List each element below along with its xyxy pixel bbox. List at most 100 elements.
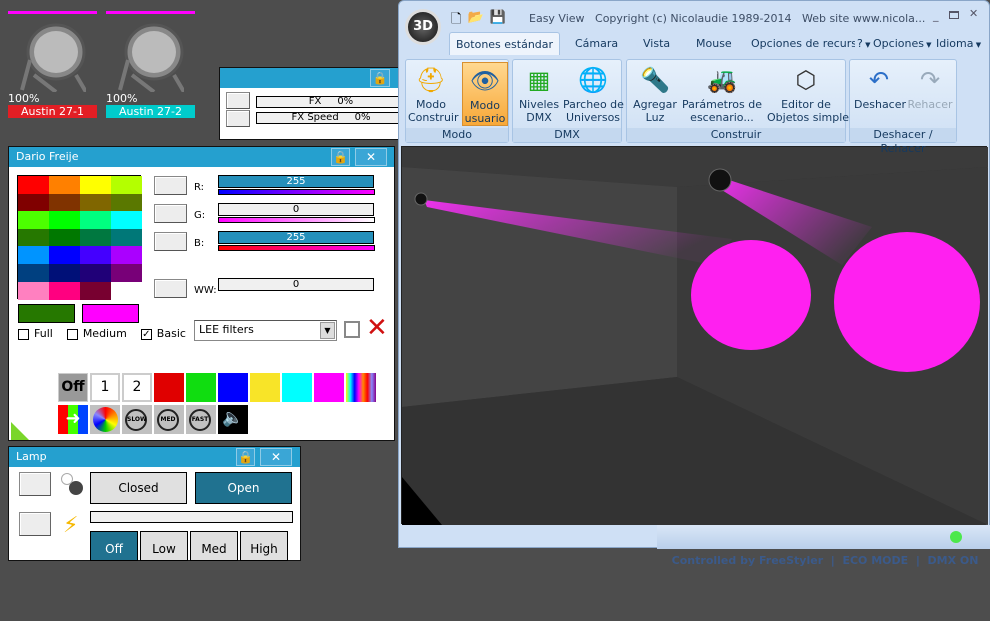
ribbon-button[interactable]: ⛑ Modo Construir [408,62,459,126]
fixture-label[interactable]: Austin 27-2 [106,105,195,118]
fx-bar[interactable]: FX 0% [256,96,406,108]
checkbox-medium[interactable]: Medium [66,327,127,340]
quick-1-button[interactable]: 1 [90,373,120,402]
palette-swatch[interactable] [18,281,49,300]
channel-slider[interactable]: 255 [218,175,374,188]
par-light-icon[interactable] [114,20,186,94]
palette-swatch[interactable] [111,176,142,194]
palette-swatch[interactable] [49,211,80,230]
quick-color-button[interactable] [282,373,312,402]
save-icon[interactable]: 💾 [490,10,506,32]
ribbon-button[interactable]: 🔦 Agregar Luz [630,62,680,126]
filter-select[interactable]: LEE filters ▼ [194,320,337,341]
palette-swatch[interactable] [111,264,142,282]
ribbon-button[interactable]: 🌐 Parcheo de Universos [563,62,624,126]
tab-4[interactable]: Opciones de recursc [751,37,855,50]
lamp-power-button[interactable] [19,512,51,536]
channel-slider[interactable]: 0 [218,203,374,216]
3d-viewport[interactable] [401,146,988,525]
channel-button[interactable] [154,204,187,223]
menu-2[interactable]: Idioma ▼ [936,37,981,50]
speed-fast-button[interactable]: FAST [186,405,216,434]
palette-swatch[interactable] [111,281,142,300]
color-chase-button[interactable]: ➜ [58,405,88,434]
palette-swatch[interactable] [18,176,49,194]
quick-2-button[interactable]: 2 [122,373,152,402]
channel-button[interactable] [154,279,187,298]
fixture-label[interactable]: Austin 27-1 [8,105,97,118]
palette-swatch[interactable] [111,211,142,230]
palette-swatch[interactable] [80,264,111,282]
lamp-level-bar[interactable] [90,511,293,523]
current-color-swatch[interactable] [18,304,75,323]
palette-swatch[interactable] [18,228,49,247]
lock-icon[interactable]: 🔒 [370,69,390,87]
palette-swatch[interactable] [80,193,111,212]
channel-slider[interactable]: 0 [218,278,374,291]
shutter-button[interactable] [19,472,51,496]
tab-1[interactable]: Cámara [575,37,618,50]
resize-grip-icon[interactable] [11,422,29,440]
palette-swatch[interactable] [80,176,111,194]
palette-swatch[interactable] [80,211,111,230]
palette-swatch[interactable] [80,281,111,300]
palette-swatch[interactable] [49,264,80,282]
channel-button[interactable] [154,176,187,195]
sound-icon[interactable]: 🔈 [218,405,248,434]
save-icon[interactable] [344,321,360,338]
quick-color-button[interactable] [250,373,280,402]
quick-color-button[interactable] [186,373,216,402]
lamp-title-bar[interactable]: Lamp [9,447,300,467]
speed-med-button[interactable]: MED [154,405,184,434]
palette-swatch[interactable] [111,193,142,212]
palette-swatch[interactable] [49,228,80,247]
tab-0[interactable]: Botones estándar [449,32,561,55]
rainbow-button[interactable] [346,373,376,402]
palette-swatch[interactable] [18,211,49,230]
palette-swatch[interactable] [111,228,142,247]
quick-color-button[interactable] [314,373,344,402]
open-folder-icon[interactable]: 📂 [467,10,483,32]
tab-3[interactable]: Mouse [696,37,732,50]
quick-color-button[interactable] [154,373,184,402]
checkbox-full[interactable]: Full [18,327,53,340]
quick-color-button[interactable] [218,373,248,402]
palette-swatch[interactable] [18,246,49,265]
ribbon-button[interactable]: ⬡ Editor de Objetos simples [767,62,855,126]
ribbon-button[interactable]: ▦ Niveles DMX [517,62,561,126]
new-file-icon[interactable]: 🗋 [451,10,461,32]
channel-slider[interactable]: 255 [218,231,374,244]
ribbon-button[interactable]: 👁 Modo usuario [462,62,508,126]
fx-speed-bar[interactable]: FX Speed 0% [256,112,406,124]
minimize-button[interactable]: _ [933,9,939,22]
menu-1[interactable]: Opciones ▼ [873,37,932,50]
ribbon-button[interactable]: 🚜 Parámetros de escenario... [681,62,763,126]
app-3d-button[interactable]: 3D [405,9,441,45]
palette-swatch[interactable] [18,264,49,282]
checkbox-basic[interactable]: ✓ Basic [140,327,186,340]
fx-speed-button[interactable] [226,110,250,127]
closed-button[interactable]: Closed [90,472,187,504]
palette-swatch[interactable] [111,246,142,265]
close-button[interactable]: ✕ [260,448,292,466]
tab-2[interactable]: Vista [643,37,670,50]
palette-swatch[interactable] [49,281,80,300]
palette-swatch[interactable] [80,228,111,247]
palette-swatch[interactable] [80,246,111,265]
quick-off-button[interactable]: Off [58,373,88,402]
close-button[interactable]: ✕ [355,148,387,166]
fx-button[interactable] [226,92,250,109]
open-button[interactable]: Open [195,472,292,504]
palette-swatch[interactable] [18,193,49,212]
close-button[interactable]: ✕ [969,7,978,20]
menu-0[interactable]: ? ▼ [857,37,870,50]
ribbon-button[interactable]: ↶ Deshacer [854,62,906,126]
channel-button[interactable] [154,232,187,251]
delete-icon[interactable]: ✕ [366,315,388,341]
maximize-button[interactable] [949,11,959,19]
color-wheel-button[interactable] [90,405,120,434]
par-light-icon[interactable] [16,20,88,94]
target-color-swatch[interactable] [82,304,139,323]
chevron-down-icon[interactable]: ▼ [320,322,335,339]
palette-swatch[interactable] [49,193,80,212]
